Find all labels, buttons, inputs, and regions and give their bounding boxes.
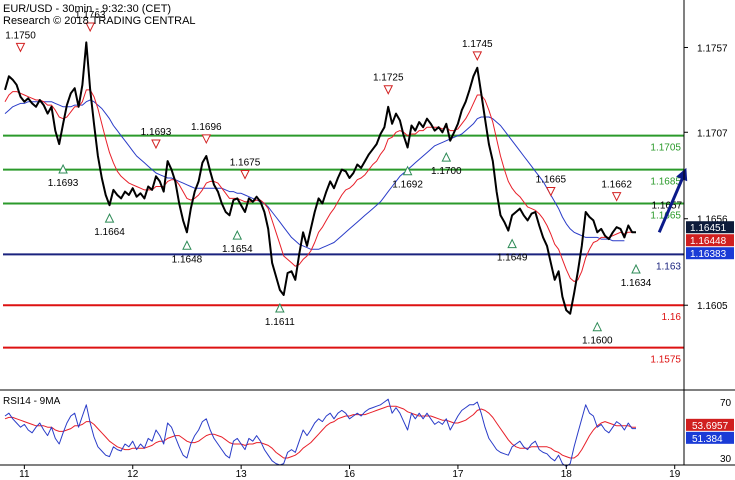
rsi-ma-line <box>4 405 636 459</box>
resistance-marker-15 <box>546 186 556 197</box>
ytick-label-0: 1.1605 <box>697 301 728 312</box>
resistance-marker-13 <box>472 51 483 61</box>
support-marker-18 <box>631 263 641 274</box>
level-label-3: 1.163 <box>656 261 681 272</box>
support-marker-16 <box>592 321 603 332</box>
marker-label-9: 1.1611 <box>265 317 295 328</box>
header: EUR/USD - 30min - 9:32:30 (CET) Research… <box>3 3 196 27</box>
ytick-label-2: 1.1707 <box>697 128 728 139</box>
annotation-0: 1.1657 <box>651 200 682 211</box>
marker-label-8: 1.1675 <box>230 158 261 169</box>
marker-label-0: 1.1750 <box>5 30 36 41</box>
resistance-marker-10 <box>383 85 394 95</box>
resistance-marker-6 <box>201 134 212 145</box>
support-marker-11 <box>402 165 413 176</box>
marker-label-6: 1.1696 <box>191 122 222 133</box>
level-label-0: 1.1705 <box>650 143 681 154</box>
rsi-ytick-label-0: 70 <box>720 398 732 409</box>
marker-label-13: 1.1745 <box>462 39 493 50</box>
resistance-marker-8 <box>240 170 250 180</box>
eurusd-chart: 1.1705 1.1685 1.1665 1.163 1.16 1.1575 1.1750… <box>0 0 735 480</box>
xtick-label-2: 13 <box>236 469 248 480</box>
resistance-marker-17 <box>611 192 622 202</box>
resistance-marker-0 <box>15 42 26 53</box>
xtick-label-3: 16 <box>344 469 356 480</box>
marker-label-12: 1.1700 <box>431 166 462 177</box>
rsi-title: RSI14 - 9MA <box>3 396 61 407</box>
price-badge-label-1: 1.16448 <box>690 236 727 247</box>
annotations: 1.1657 <box>651 200 682 211</box>
ytick-label-3: 1.1757 <box>697 43 728 54</box>
price-badge-label-2: 1.16383 <box>690 249 727 260</box>
level-label-1: 1.1685 <box>650 177 681 188</box>
resistance-marker-4 <box>151 139 161 150</box>
support-marker-5 <box>182 240 192 250</box>
marker-label-11: 1.1692 <box>392 180 423 191</box>
marker-label-7: 1.1654 <box>222 244 253 255</box>
rsi-badge-label-0: 53.6957 <box>692 421 729 432</box>
support-marker-12 <box>441 152 452 162</box>
support-marker-3 <box>104 213 115 223</box>
ma-red-line <box>4 89 636 282</box>
copyright-text: Research © 2018 TRADING CENTRAL <box>3 15 196 27</box>
marker-label-10: 1.1725 <box>373 73 404 84</box>
support-marker-14 <box>507 238 517 249</box>
marker-label-4: 1.1693 <box>141 127 172 138</box>
support-marker-7 <box>232 230 243 240</box>
rsi-lines <box>4 398 636 467</box>
xtick-label-6: 19 <box>669 469 681 480</box>
marker-label-14: 1.1649 <box>497 253 528 264</box>
marker-label-1: 1.1693 <box>48 178 79 189</box>
xtick-label-1: 12 <box>127 469 139 480</box>
moving-averages <box>4 89 636 282</box>
marker-label-15: 1.1665 <box>536 174 567 185</box>
rsi-badge-label-1: 51.384 <box>692 434 723 445</box>
marker-label-3: 1.1664 <box>94 227 125 238</box>
xtick-label-0: 11 <box>19 469 30 480</box>
main-panel: 1.1705 1.1685 1.1665 1.163 1.16 1.1575 1.1750… <box>3 10 688 366</box>
level-label-4: 1.16 <box>662 312 682 323</box>
level-label-5: 1.1575 <box>650 355 681 366</box>
price-badge-label-0: 1.16451 <box>690 223 727 234</box>
chart-title: EUR/USD - 30min - 9:32:30 (CET) <box>3 3 171 15</box>
marker-label-17: 1.1662 <box>601 180 632 191</box>
rsi-ytick-label-1: 30 <box>720 454 732 465</box>
rsi-panel <box>4 398 636 467</box>
xtick-label-4: 17 <box>452 469 464 480</box>
xtick-label-5: 18 <box>561 469 573 480</box>
marker-label-5: 1.1648 <box>172 254 203 265</box>
axes: 1.16051.16561.17071.17571.164511.164481.… <box>0 0 735 480</box>
marker-label-16: 1.1600 <box>582 336 613 347</box>
marker-label-18: 1.1634 <box>621 278 652 289</box>
